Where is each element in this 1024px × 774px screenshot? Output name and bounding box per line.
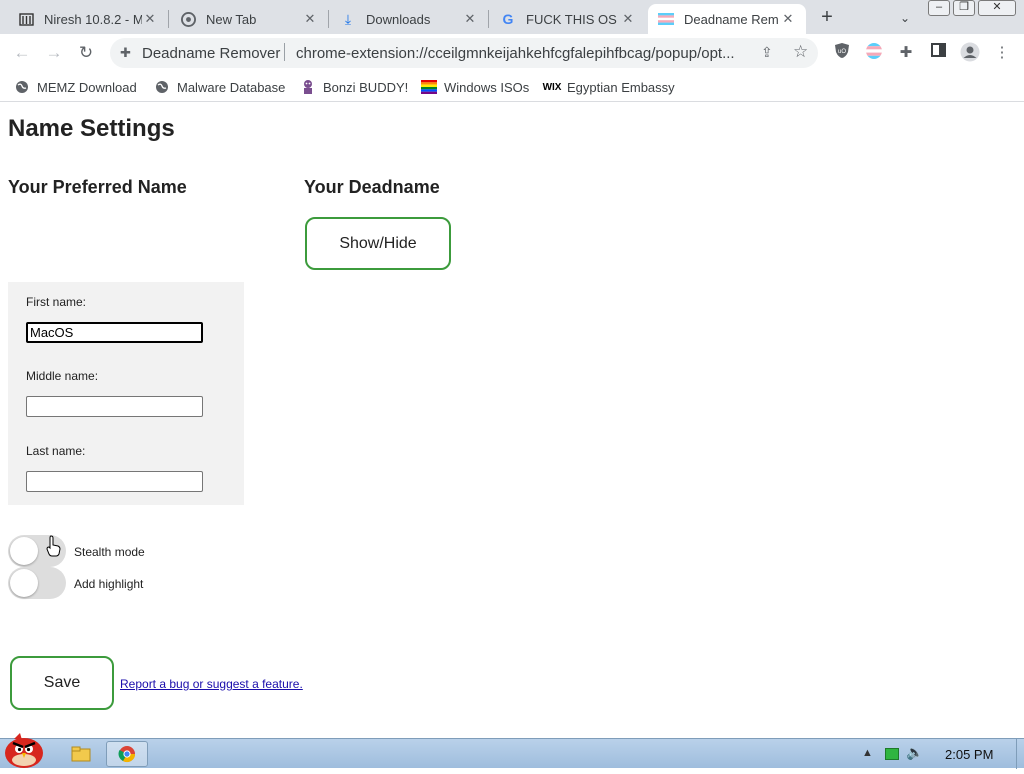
bookmark-bonzi-buddy[interactable]: Bonzi BUDDY! <box>300 76 408 98</box>
preferred-name-form: First name: Middle name: Last name: <box>8 282 244 505</box>
close-icon[interactable]: ✕ <box>142 11 158 27</box>
angry-bird-start-icon[interactable] <box>0 731 50 769</box>
tab-title: New Tab <box>206 11 257 27</box>
puzzle-icon: ✚ <box>120 45 131 60</box>
close-icon[interactable]: ✕ <box>462 11 478 27</box>
bookmark-star-icon[interactable]: ☆ <box>793 42 808 62</box>
last-name-label: Last name: <box>26 444 86 458</box>
tray-expand-icon[interactable]: ▲ <box>862 747 873 759</box>
tab-title: Niresh 10.8.2 - M <box>44 11 142 27</box>
network-icon[interactable] <box>885 748 899 760</box>
tab-deadname-remover[interactable]: Deadname Rem ✕ <box>648 4 806 34</box>
window-close-button[interactable]: ✕ <box>978 0 1016 16</box>
tab-strip: Niresh 10.8.2 - M ✕ New Tab ✕ ⤓ Download… <box>0 0 1024 34</box>
last-name-input[interactable] <box>26 471 203 492</box>
tab-search-chevron-icon[interactable]: ⌄ <box>895 8 915 28</box>
bookmark-label: Windows ISOs <box>444 79 530 95</box>
tab-title: Deadname Rem <box>684 11 779 27</box>
tab-new-tab[interactable]: New Tab ✕ <box>170 4 328 34</box>
add-highlight-toggle[interactable] <box>8 567 66 599</box>
bookmark-malware-database[interactable]: Malware Database <box>154 76 285 98</box>
bonzi-icon <box>300 79 316 95</box>
tab-title: Downloads <box>366 11 431 27</box>
building-icon <box>18 11 34 27</box>
rainbow-flag-icon <box>421 79 437 95</box>
minimize-button[interactable]: – <box>928 0 950 16</box>
toggle-knob <box>10 537 38 565</box>
add-highlight-label: Add highlight <box>74 577 144 591</box>
new-tab-button[interactable]: + <box>815 6 839 30</box>
url-text[interactable]: chrome-extension://cceilgmnkeijahkehfcgf… <box>296 45 756 62</box>
extensions-puzzle-icon[interactable]: ✚ <box>895 42 917 64</box>
profile-avatar-icon[interactable] <box>959 42 981 64</box>
bookmark-label: Bonzi BUDDY! <box>323 79 409 95</box>
tab-google[interactable]: G FUCK THIS OS 10 ✕ <box>490 4 646 34</box>
bookmark-windows-isos[interactable]: Windows ISOs <box>421 76 529 98</box>
google-icon: G <box>502 11 514 27</box>
tab-niresh[interactable]: Niresh 10.8.2 - M ✕ <box>8 4 168 34</box>
taskbar-clock[interactable]: 2:05 PM <box>945 747 993 762</box>
address-bar[interactable]: ✚ Deadname Remover chrome-extension://cc… <box>110 38 818 68</box>
first-name-label: First name: <box>26 295 87 309</box>
bookmark-label: MEMZ Download <box>37 79 137 95</box>
tab-title: FUCK THIS OS 10 <box>526 11 620 27</box>
trans-flag-extension-icon[interactable] <box>863 42 885 64</box>
ublock-icon[interactable]: uO <box>831 42 853 64</box>
show-desktop-button[interactable] <box>1016 739 1024 769</box>
download-icon: ⤓ <box>344 10 352 27</box>
back-arrow-icon[interactable]: ← <box>10 42 34 64</box>
bookmark-label: Egyptian Embassy <box>567 79 675 95</box>
close-icon[interactable]: ✕ <box>780 11 796 27</box>
deadname-heading: Your Deadname <box>304 177 440 197</box>
preferred-name-heading: Your Preferred Name <box>8 177 187 197</box>
bookmark-label: Malware Database <box>177 79 286 95</box>
svg-text:uO: uO <box>838 49 846 55</box>
options-page: Name Settings Your Preferred Name Your D… <box>0 103 1024 738</box>
tab-downloads[interactable]: ⤓ Downloads ✕ <box>330 4 488 34</box>
bookmarks-bar: MEMZ Download Malware Database Bonzi BUD… <box>0 72 1024 102</box>
toggle-knob <box>10 569 38 597</box>
tab-divider <box>328 10 329 28</box>
trans-flag-icon <box>658 11 674 27</box>
report-bug-link[interactable]: Report a bug or suggest a feature. <box>120 677 303 691</box>
browser-toolbar: ← → ↻ ✚ Deadname Remover chrome-extensio… <box>0 34 1024 72</box>
close-icon[interactable]: ✕ <box>620 11 636 27</box>
forward-arrow-icon[interactable]: → <box>42 42 66 64</box>
share-icon[interactable]: ⇪ <box>761 44 773 61</box>
explorer-folder-icon[interactable] <box>66 741 96 767</box>
volume-icon[interactable]: 🔈 <box>906 744 923 761</box>
tab-divider <box>488 10 489 28</box>
chrome-icon <box>180 11 196 27</box>
side-panel-icon[interactable] <box>927 42 949 64</box>
tab-divider <box>168 10 169 28</box>
chrome-taskbar-button[interactable] <box>106 741 148 767</box>
globe-icon <box>154 79 170 95</box>
reload-icon[interactable]: ↻ <box>74 42 98 64</box>
windows-taskbar: ▲ 🔈 2:05 PM <box>0 733 1024 769</box>
close-icon[interactable]: ✕ <box>302 11 318 27</box>
middle-name-input[interactable] <box>26 396 203 417</box>
page-title: Name Settings <box>8 115 175 142</box>
first-name-input[interactable] <box>26 322 203 343</box>
omnibox-divider <box>284 43 285 61</box>
middle-name-label: Middle name: <box>26 369 99 383</box>
mouse-cursor-icon <box>46 535 62 562</box>
wix-icon: WIX <box>542 81 562 93</box>
stealth-mode-label: Stealth mode <box>74 545 145 559</box>
show-hide-button[interactable]: Show/Hide <box>305 217 451 270</box>
bookmark-memz[interactable]: MEMZ Download <box>14 76 137 98</box>
save-button[interactable]: Save <box>10 656 114 710</box>
site-label: Deadname Remover <box>142 45 281 62</box>
restore-button[interactable]: ❐ <box>953 0 975 16</box>
bookmark-egyptian-embassy[interactable]: WIX Egyptian Embassy <box>542 76 675 98</box>
globe-icon <box>14 79 30 95</box>
kebab-menu-icon[interactable]: ⋮ <box>991 42 1013 64</box>
